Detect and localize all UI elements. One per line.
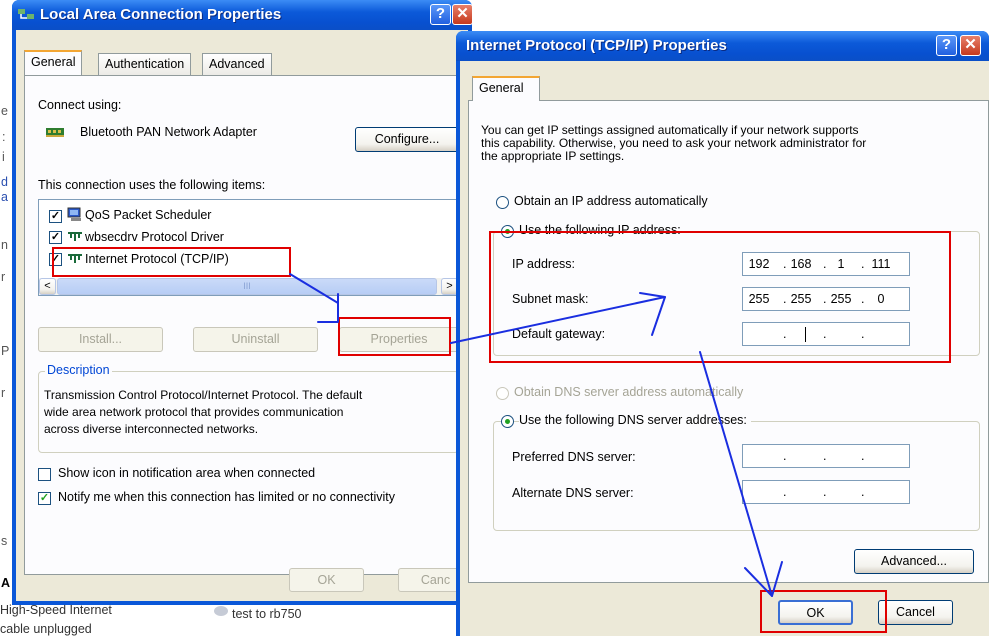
annotation-box-properties bbox=[338, 317, 451, 356]
list-horizontal-scrollbar[interactable]: < III > bbox=[39, 278, 458, 295]
tcpip-titlebar[interactable]: Internet Protocol (TCP/IP) Properties ? … bbox=[456, 31, 989, 61]
obtain-ip-label[interactable]: Obtain an IP address automatically bbox=[514, 194, 708, 208]
ip-dot: . bbox=[861, 485, 865, 499]
preferred-dns-input[interactable]: . . . bbox=[742, 444, 910, 468]
use-dns-label[interactable]: Use the following DNS server addresses: bbox=[519, 413, 751, 427]
configure-button[interactable]: Configure... bbox=[355, 127, 459, 152]
tcpip-help-button[interactable]: ? bbox=[936, 35, 957, 56]
tab-general[interactable]: General bbox=[24, 50, 83, 75]
show-icon-checkbox[interactable] bbox=[38, 468, 51, 481]
install-button[interactable]: Install... bbox=[38, 327, 163, 352]
tcpip-cancel-button[interactable]: Cancel bbox=[878, 600, 953, 625]
bg-fragment: e bbox=[1, 104, 8, 118]
tcpip-close-button[interactable]: ✕ bbox=[960, 35, 981, 56]
advanced-button[interactable]: Advanced... bbox=[854, 549, 974, 574]
lac-client-area: General Authentication Advanced Connect … bbox=[16, 30, 473, 601]
tcpip-window-title: Internet Protocol (TCP/IP) Properties bbox=[466, 37, 727, 54]
ip-dot: . bbox=[783, 449, 787, 463]
ip-dot: . bbox=[861, 449, 865, 463]
lac-window-title: Local Area Connection Properties bbox=[40, 6, 282, 23]
scroll-thumb[interactable]: III bbox=[57, 278, 437, 295]
network-adapter-icon bbox=[46, 127, 64, 138]
notify-label[interactable]: Notify me when this connection has limit… bbox=[58, 490, 395, 504]
lac-ok-button[interactable]: OK bbox=[289, 568, 364, 592]
local-area-connection-window: Local Area Connection Properties ? ✕ Gen… bbox=[12, 0, 473, 605]
annotation-box-tcpip-item bbox=[52, 247, 291, 277]
annotation-box-ok bbox=[760, 590, 887, 633]
annotation-box-ip-settings bbox=[489, 231, 951, 363]
use-dns-radio[interactable] bbox=[501, 415, 514, 428]
qos-icon bbox=[67, 207, 83, 223]
bg-fragment: a bbox=[1, 190, 8, 204]
bg-fragment: P bbox=[1, 344, 10, 358]
alternate-dns-input[interactable]: . . . bbox=[742, 480, 910, 504]
adapter-name: Bluetooth PAN Network Adapter bbox=[80, 125, 257, 139]
intro-line: this capability. Otherwise, you need to … bbox=[481, 136, 867, 150]
description-line: wide area network protocol that provides… bbox=[44, 405, 344, 419]
intro-line: You can get IP settings assigned automat… bbox=[481, 123, 859, 137]
bg-network-icon bbox=[214, 606, 228, 616]
lac-titlebar[interactable]: Local Area Connection Properties ? ✕ bbox=[12, 0, 473, 30]
tab-general[interactable]: General bbox=[472, 76, 540, 101]
connect-using-label: Connect using: bbox=[38, 98, 122, 112]
bg-fragment: r bbox=[1, 386, 6, 400]
ip-dot: . bbox=[823, 449, 827, 463]
network-icon bbox=[18, 8, 34, 22]
lac-help-button[interactable]: ? bbox=[430, 4, 451, 25]
description-group: Description Transmission Control Protoco… bbox=[38, 363, 459, 453]
tab-advanced[interactable]: Advanced bbox=[202, 53, 272, 75]
ip-dot: . bbox=[783, 485, 787, 499]
bg-fragment: d bbox=[1, 175, 8, 189]
obtain-dns-label[interactable]: Obtain DNS server address automatically bbox=[514, 385, 743, 399]
bg-fragment: : bbox=[2, 130, 6, 144]
bg-fragment: i bbox=[2, 150, 5, 164]
list-item-wbsecdrv[interactable]: wbsecdrv Protocol Driver bbox=[85, 230, 224, 244]
scroll-left-button[interactable]: < bbox=[39, 278, 56, 295]
description-line: Transmission Control Protocol/Internet P… bbox=[44, 388, 363, 402]
bg-network-item-label: High-Speed Internet bbox=[0, 603, 112, 617]
preferred-dns-label: Preferred DNS server: bbox=[512, 450, 636, 464]
uninstall-button[interactable]: Uninstall bbox=[193, 327, 318, 352]
alternate-dns-label: Alternate DNS server: bbox=[512, 486, 634, 500]
notify-checkbox[interactable]: ✓ bbox=[38, 492, 51, 505]
qos-checkbox[interactable]: ✓ bbox=[49, 210, 62, 223]
wbsecdrv-checkbox[interactable]: ✓ bbox=[49, 231, 62, 244]
obtain-ip-radio[interactable] bbox=[496, 196, 509, 209]
bg-fragment: r bbox=[1, 270, 6, 284]
tab-authentication[interactable]: Authentication bbox=[98, 53, 192, 75]
items-list-label: This connection uses the following items… bbox=[38, 178, 266, 192]
bg-fragment: n bbox=[1, 238, 8, 252]
protocol-icon bbox=[67, 230, 83, 242]
bg-network-item-status: cable unplugged bbox=[0, 622, 92, 636]
show-icon-label[interactable]: Show icon in notification area when conn… bbox=[58, 466, 315, 480]
bg-fragment: A bbox=[1, 576, 11, 590]
dns-group: Use the following DNS server addresses: … bbox=[493, 413, 980, 531]
obtain-dns-radio[interactable] bbox=[496, 387, 509, 400]
bg-fragment: s bbox=[1, 534, 8, 548]
description-legend: Description bbox=[45, 363, 112, 377]
ip-dot: . bbox=[823, 485, 827, 499]
background-left-strip: e : i d a n r P r s A bbox=[0, 0, 12, 633]
list-item-qos[interactable]: QoS Packet Scheduler bbox=[85, 208, 211, 222]
lac-close-button[interactable]: ✕ bbox=[452, 4, 473, 25]
description-line: across diverse interconnected networks. bbox=[44, 422, 259, 436]
intro-line: the appropriate IP settings. bbox=[481, 149, 625, 163]
bg-network-item-label: test to rb750 bbox=[232, 607, 302, 621]
